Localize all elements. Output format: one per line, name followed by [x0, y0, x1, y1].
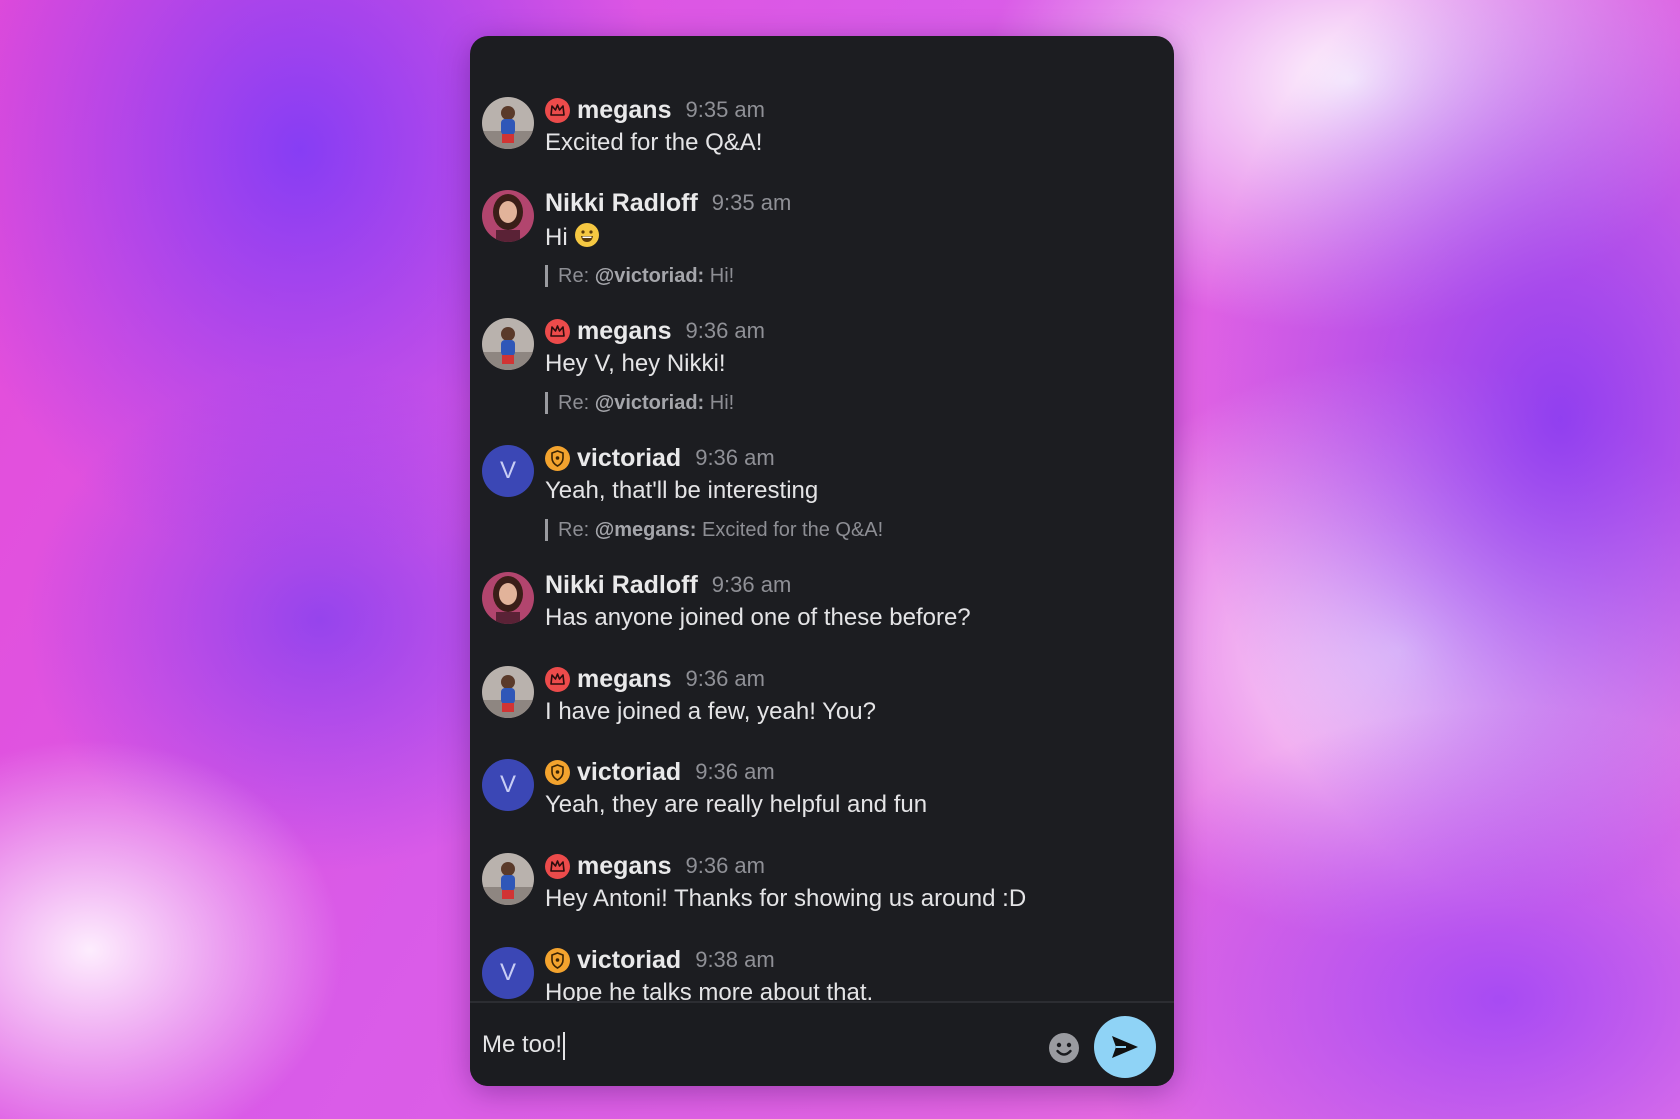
reply-quote[interactable]: Re: @megans: Excited for the Q&A!	[545, 519, 883, 541]
message-text: Yeah, that'll be interesting	[545, 477, 819, 504]
message-composer: Me too!	[470, 1001, 1174, 1086]
reply-prefix: Re:	[558, 392, 590, 414]
author-name[interactable]: megans	[577, 665, 671, 694]
message-text: Hey V, hey Nikki!	[545, 350, 726, 377]
timestamp: 9:38 am	[695, 947, 775, 972]
message-input-value: Me too!	[482, 1031, 563, 1058]
author-name[interactable]: victoriad	[577, 946, 681, 975]
message-text: I have joined a few, yeah! You?	[545, 698, 876, 725]
message-text: Hi	[545, 222, 600, 255]
avatar-nikki-radloff[interactable]	[482, 190, 534, 242]
reply-prefix: Re:	[558, 519, 590, 541]
avatar-megans[interactable]	[482, 97, 534, 149]
smiley-icon[interactable]	[1047, 1031, 1081, 1065]
avatar-megans[interactable]	[482, 853, 534, 905]
message-list[interactable]: megans 9:35 am Excited for the Q&A! Nikk…	[470, 36, 1174, 1006]
message-text: Excited for the Q&A!	[545, 129, 763, 156]
reply-mention: @megans:	[594, 519, 697, 541]
reply-quote[interactable]: Re: @victoriad: Hi!	[545, 392, 734, 414]
reply-quote[interactable]: Re: @victoriad: Hi!	[545, 265, 734, 287]
reply-text: Excited for the Q&A!	[702, 519, 884, 541]
send-arrow-icon	[1112, 1036, 1138, 1058]
author-name[interactable]: Nikki Radloff	[545, 571, 698, 600]
timestamp: 9:36 am	[695, 445, 775, 470]
avatar-victoriad[interactable]: V	[482, 947, 534, 999]
shield-icon	[545, 445, 570, 471]
avatar-victoriad[interactable]: V	[482, 445, 534, 497]
avatar-megans[interactable]	[482, 666, 534, 718]
timestamp: 9:36 am	[685, 318, 765, 343]
reply-text: Hi!	[709, 392, 735, 414]
shield-icon	[545, 947, 570, 973]
author-name[interactable]: victoriad	[577, 758, 681, 787]
reply-prefix: Re:	[558, 265, 590, 287]
author-name[interactable]: megans	[577, 317, 671, 346]
timestamp: 9:36 am	[685, 853, 765, 878]
text-caret	[563, 1031, 566, 1060]
timestamp: 9:36 am	[711, 572, 792, 597]
author-name[interactable]: victoriad	[577, 444, 681, 473]
avatar-victoriad[interactable]: V	[482, 759, 534, 811]
avatar-nikki-radloff[interactable]	[482, 572, 534, 624]
message-text: Yeah, they are really helpful and fun	[545, 791, 928, 818]
reply-mention: @victoriad:	[594, 392, 705, 414]
author-name[interactable]: megans	[577, 852, 671, 881]
message-input[interactable]: Me too!	[482, 1021, 1042, 1069]
grinning-face-icon	[574, 222, 600, 255]
author-name[interactable]: Nikki Radloff	[545, 189, 698, 218]
author-name[interactable]: megans	[577, 96, 671, 125]
crown-icon	[545, 853, 570, 879]
send-button[interactable]	[1094, 1016, 1156, 1078]
message-text: Has anyone joined one of these before?	[545, 604, 971, 631]
timestamp: 9:36 am	[685, 666, 765, 691]
shield-icon	[545, 759, 570, 785]
timestamp: 9:35 am	[685, 97, 765, 122]
avatar-megans[interactable]	[482, 318, 534, 370]
crown-icon	[545, 666, 570, 692]
reply-text: Hi!	[709, 265, 735, 287]
message-text-content: Hi	[545, 223, 568, 251]
reply-mention: @victoriad:	[594, 265, 705, 287]
crown-icon	[545, 318, 570, 344]
timestamp: 9:35 am	[711, 190, 792, 215]
crown-icon	[545, 97, 570, 123]
chat-panel: megans 9:35 am Excited for the Q&A! Nikk…	[470, 36, 1174, 1086]
timestamp: 9:36 am	[695, 759, 775, 784]
message-text: Hey Antoni! Thanks for showing us around…	[545, 885, 1027, 912]
